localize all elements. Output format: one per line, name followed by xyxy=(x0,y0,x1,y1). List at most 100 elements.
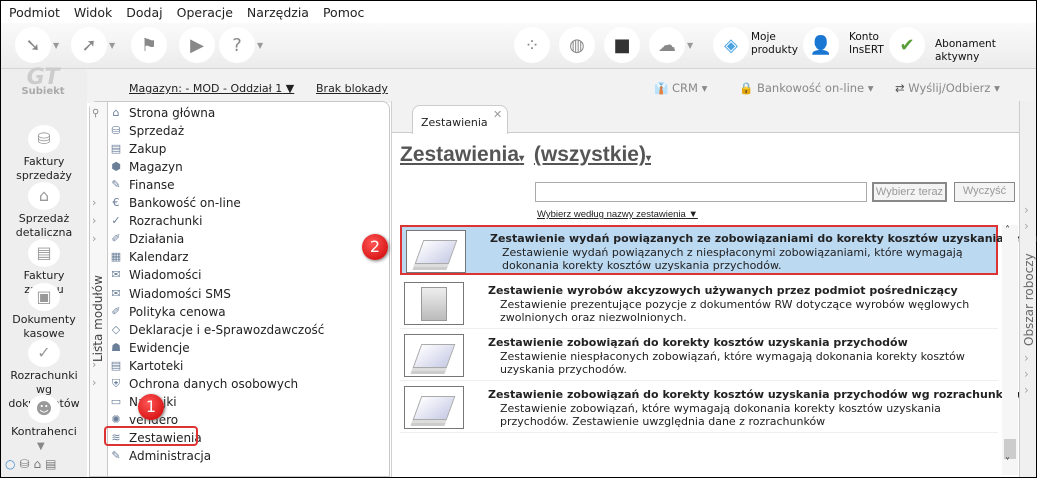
module-item[interactable]: ⛨ Ochrona danych osobowych xyxy=(108,375,298,393)
mini-shortcuts[interactable]: ○⛁⌂▤ xyxy=(5,457,85,471)
report-row[interactable]: Zestawienie zobowiązań do korekty kosztó… xyxy=(400,383,1020,433)
module-item[interactable]: ✎ Administracja xyxy=(108,447,211,465)
chevron-right-icon[interactable]: › xyxy=(92,232,96,245)
module-item[interactable]: ▤ Zakup xyxy=(108,140,167,158)
module-item[interactable]: ✓ Rozrachunki xyxy=(108,212,202,230)
chevron-down-icon[interactable]: ▼ xyxy=(53,41,59,50)
menu-widok[interactable]: Widok xyxy=(74,5,112,20)
scrollbar[interactable]: ˄ ˅ xyxy=(1002,225,1018,475)
module-item[interactable]: ⌂ Strona główna xyxy=(108,104,216,122)
module-item[interactable]: ✐ Polityka cenowa xyxy=(108,303,225,321)
menu-podmiot[interactable]: Podmiot xyxy=(9,5,60,20)
shortcut-dokumenty-kasowe[interactable]: ▣ Dokumenty kasowe xyxy=(5,283,83,341)
magazyn-selector[interactable]: Magazyn: - MOD - Oddział 1 ▼ xyxy=(129,82,294,95)
play-icon[interactable]: ▶ xyxy=(179,27,215,63)
shortcut-sprzedaz-detaliczna[interactable]: ⌂ Sprzedaż detaliczna xyxy=(5,182,83,240)
circle-icon[interactable]: ○ xyxy=(5,457,19,471)
chevron-right-icon[interactable]: › xyxy=(92,376,96,389)
module-item[interactable]: ▤ Kartoteki xyxy=(108,357,184,375)
chevron-right-icon[interactable]: › xyxy=(1024,219,1029,233)
menu-dodaj[interactable]: Dodaj xyxy=(126,5,162,20)
module-icon: ▦ xyxy=(110,250,122,264)
cloud-database-icon[interactable]: ☁ xyxy=(649,27,685,63)
bankowosc-button[interactable]: 🔒 Bankowość on-line ▾ xyxy=(739,81,874,95)
search-input[interactable] xyxy=(535,182,867,202)
scroll-thumb[interactable] xyxy=(1004,439,1016,459)
module-item[interactable]: ✉ Wiadomości xyxy=(108,266,201,284)
report-row[interactable]: Zestawienie wyrobów akcyzowych używanych… xyxy=(400,279,998,329)
chevron-down-icon[interactable]: ▼ xyxy=(687,41,693,50)
close-icon[interactable]: ✕ xyxy=(493,108,502,121)
module-label: Sprzedaż xyxy=(129,124,185,139)
menu-pomoc[interactable]: Pomoc xyxy=(323,5,364,20)
module-icon: ✉ xyxy=(111,286,121,300)
abonament-status[interactable]: Abonament aktywny xyxy=(935,38,1036,64)
help-icon[interactable]: ? xyxy=(219,27,255,63)
report-row[interactable]: Zestawienie wydań powiązanych ze zobowią… xyxy=(400,225,1037,275)
chevron-right-icon[interactable]: › xyxy=(1024,367,1029,381)
subiekt-logo: GT Subiekt xyxy=(21,65,65,98)
module-item[interactable]: ▦ Kalendarz xyxy=(108,248,189,266)
module-item[interactable]: ◇ Deklaracje i e-Sprawozdawczość xyxy=(108,321,325,339)
brak-blokady-link[interactable]: Brak blokady xyxy=(316,82,388,95)
wyslij-odbierz-button[interactable]: ⇄ Wyślij/Odbierz ▾ xyxy=(895,81,1000,95)
workarea-side-panel[interactable]: › › Obszar roboczy › › › xyxy=(1019,101,1036,477)
module-item[interactable]: ⬢ Magazyn xyxy=(108,158,183,176)
report-row[interactable]: Zestawienie zobowiązań do korekty kosztó… xyxy=(400,331,998,381)
loading-icon[interactable]: ⁘ xyxy=(514,27,550,63)
chevron-right-icon[interactable]: › xyxy=(1024,351,1029,365)
shield-check-icon[interactable]: ✔ xyxy=(889,27,925,63)
title-row: Zestawienia▾ (wszystkie)▾ xyxy=(400,143,651,167)
basket-icon[interactable]: ⌂ xyxy=(34,457,46,471)
menu-operacje[interactable]: Operacje xyxy=(177,5,233,20)
documents-icon[interactable]: ▤ xyxy=(45,457,60,471)
forward-arrow-icon[interactable]: ➚ xyxy=(71,27,107,63)
report-title: Zestawienie wydań powiązanych ze zobowią… xyxy=(490,232,1037,245)
label: Faktury sprzedaży xyxy=(16,155,72,182)
scroll-up-icon[interactable]: ˄ xyxy=(1005,225,1010,236)
chevron-right-icon[interactable]: › xyxy=(92,196,96,209)
basket-icon: ⌂ xyxy=(28,182,60,210)
chevron-down-icon[interactable]: ▼ xyxy=(257,41,263,50)
module-item[interactable]: ⛁ Sprzedaż xyxy=(108,122,184,140)
chevron-right-icon[interactable]: › xyxy=(1024,383,1029,397)
filter-dropdown[interactable]: (wszystkie)▾ xyxy=(534,143,651,166)
globe-icon[interactable]: ◍ xyxy=(559,27,595,63)
flag-icon[interactable]: ⚑ xyxy=(131,27,167,63)
coins-icon[interactable]: ⛁ xyxy=(19,457,33,471)
pin-icon[interactable]: ⚲ xyxy=(92,108,99,119)
wybierz-teraz-button[interactable]: Wybierz teraz xyxy=(872,182,947,202)
label: InsERT xyxy=(849,44,884,56)
module-item[interactable]: ✐ Działania xyxy=(108,230,184,248)
products-icon[interactable]: ◈ xyxy=(713,27,749,63)
menu-narzedzia[interactable]: Narzędzia xyxy=(247,5,309,20)
module-item[interactable]: ✎ Finanse xyxy=(108,176,175,194)
module-item[interactable]: € Bankowość on-line xyxy=(108,194,241,212)
account-icon[interactable]: 👤 xyxy=(803,27,839,63)
cube-icon[interactable]: ■ xyxy=(604,27,640,63)
wyczysc-button[interactable]: Wyczyść xyxy=(954,182,1015,202)
tab-zestawienia[interactable]: Zestawienia ✕ xyxy=(412,105,508,134)
module-item[interactable]: ✉ Wiadomości SMS xyxy=(108,285,230,303)
scroll-down-icon[interactable]: ˅ xyxy=(1005,457,1010,468)
chevron-right-icon[interactable]: › xyxy=(1024,203,1029,217)
module-label: Finanse xyxy=(129,178,175,193)
step-badge-2: 2 xyxy=(362,234,388,260)
sort-by-link[interactable]: Wybierz według nazwy zestawienia ▼ xyxy=(537,209,698,220)
chevron-down-icon[interactable]: ▼ xyxy=(109,41,115,50)
more-down-icon[interactable]: ▼ xyxy=(37,441,45,452)
back-arrow-icon[interactable]: ➘ xyxy=(15,27,51,63)
module-label: Zakup xyxy=(129,142,167,157)
label: Konto xyxy=(849,31,879,43)
konto-insert-button[interactable]: Konto InsERT xyxy=(849,31,884,57)
shortcut-faktury-sprzedazy[interactable]: ⛁ Faktury sprzedaży xyxy=(5,125,83,183)
crm-button[interactable]: 👔 CRM ▾ xyxy=(654,81,707,95)
page-title-dropdown[interactable]: Zestawienia▾ xyxy=(400,143,524,166)
shortcut-kontrahenci[interactable]: ☻ Kontrahenci xyxy=(5,395,83,439)
chevron-right-icon[interactable]: › xyxy=(92,214,96,227)
modules-vertical-tab[interactable]: ⚲ › › › › › › Lista modułów xyxy=(90,102,108,476)
label: Zestawienia xyxy=(421,116,488,129)
label: Sprzedaż detaliczna xyxy=(15,212,73,239)
moje-produkty-button[interactable]: Moje produkty xyxy=(751,31,798,57)
module-item[interactable]: ☗ Ewidencje xyxy=(108,339,190,357)
